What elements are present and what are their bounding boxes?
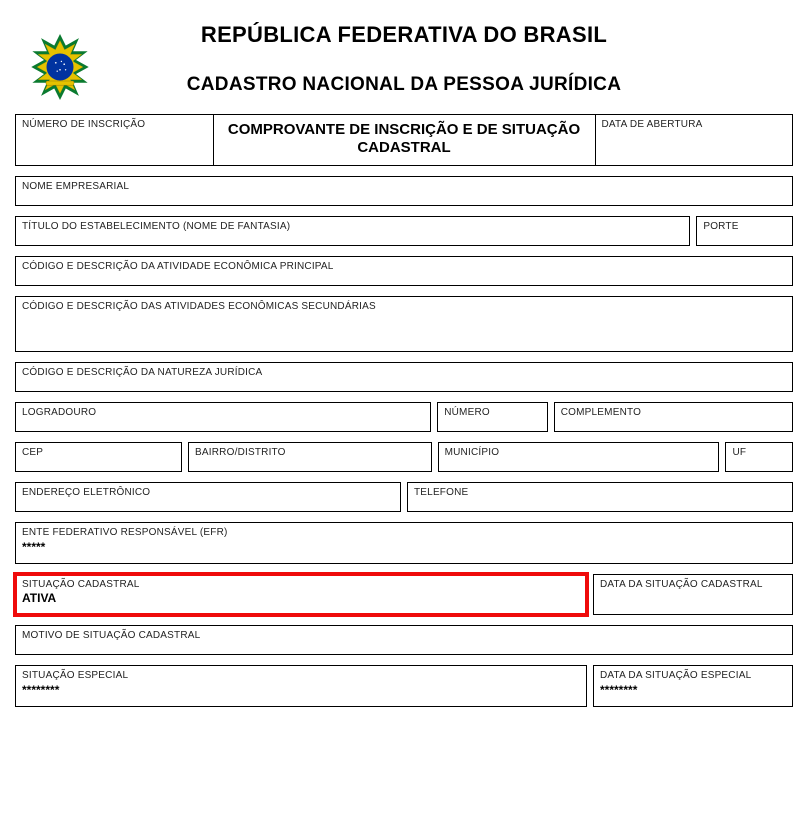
field-complemento: COMPLEMENTO (554, 402, 793, 432)
row-situacao-cadastral: SITUAÇÃO CADASTRAL ATIVA DATA DA SITUAÇÃ… (15, 574, 793, 616)
label-uf: UF (732, 447, 786, 459)
field-nome-fantasia: TÍTULO DO ESTABELECIMENTO (NOME DE FANTA… (15, 216, 690, 246)
label-logradouro: LOGRADOURO (22, 407, 424, 419)
field-efr: ENTE FEDERATIVO RESPONSÁVEL (EFR) ***** (15, 522, 793, 564)
field-nome-empresarial: NOME EMPRESARIAL (15, 176, 793, 206)
row-natureza-juridica: CÓDIGO E DESCRIÇÃO DA NATUREZA JURÍDICA (15, 362, 793, 392)
document-header: REPÚBLICA FEDERATIVA DO BRASIL CADASTRO … (15, 22, 793, 96)
label-municipio: MUNICÍPIO (445, 447, 713, 459)
row-identificacao: NÚMERO DE INSCRIÇÃO COMPROVANTE DE INSCR… (15, 114, 793, 166)
field-situacao-especial: SITUAÇÃO ESPECIAL ******** (15, 665, 587, 707)
label-efr: ENTE FEDERATIVO RESPONSÁVEL (EFR) (22, 527, 786, 539)
label-natureza-juridica: CÓDIGO E DESCRIÇÃO DA NATUREZA JURÍDICA (22, 367, 786, 379)
field-email: ENDEREÇO ELETRÔNICO (15, 482, 401, 512)
label-data-abertura: DATA DE ABERTURA (602, 119, 787, 131)
label-telefone: TELEFONE (414, 487, 786, 499)
label-porte: PORTE (703, 221, 786, 233)
field-logradouro: LOGRADOURO (15, 402, 431, 432)
row-situacao-especial: SITUAÇÃO ESPECIAL ******** DATA DA SITUA… (15, 665, 793, 707)
value-comprovante: COMPROVANTE DE INSCRIÇÃO E DE SITUAÇÃO C… (220, 121, 589, 157)
brazil-coat-of-arms-icon (25, 32, 95, 102)
field-cep: CEP (15, 442, 182, 472)
field-numero-inscricao: NÚMERO DE INSCRIÇÃO (15, 114, 213, 166)
label-data-situacao-especial: DATA DA SITUAÇÃO ESPECIAL (600, 670, 786, 682)
label-nome-fantasia: TÍTULO DO ESTABELECIMENTO (NOME DE FANTA… (22, 221, 683, 233)
field-data-situacao-cadastral: DATA DA SITUAÇÃO CADASTRAL (593, 574, 793, 616)
row-motivo-situacao: MOTIVO DE SITUAÇÃO CADASTRAL (15, 625, 793, 655)
field-porte: PORTE (696, 216, 793, 246)
document-title: REPÚBLICA FEDERATIVA DO BRASIL (15, 22, 793, 48)
field-natureza-juridica: CÓDIGO E DESCRIÇÃO DA NATUREZA JURÍDICA (15, 362, 793, 392)
label-situacao-cadastral: SITUAÇÃO CADASTRAL (22, 579, 580, 591)
field-atividades-secundarias: CÓDIGO E DESCRIÇÃO DAS ATIVIDADES ECONÔM… (15, 296, 793, 352)
value-situacao-cadastral: ATIVA (22, 591, 580, 606)
row-endereco-1: LOGRADOURO NÚMERO COMPLEMENTO (15, 402, 793, 432)
field-telefone: TELEFONE (407, 482, 793, 512)
field-atividade-principal: CÓDIGO E DESCRIÇÃO DA ATIVIDADE ECONÔMIC… (15, 256, 793, 286)
row-nome-empresarial: NOME EMPRESARIAL (15, 176, 793, 206)
row-contato: ENDEREÇO ELETRÔNICO TELEFONE (15, 482, 793, 512)
row-atividade-principal: CÓDIGO E DESCRIÇÃO DA ATIVIDADE ECONÔMIC… (15, 256, 793, 286)
label-email: ENDEREÇO ELETRÔNICO (22, 487, 394, 499)
label-complemento: COMPLEMENTO (561, 407, 786, 419)
field-data-situacao-especial: DATA DA SITUAÇÃO ESPECIAL ******** (593, 665, 793, 707)
row-endereco-2: CEP BAIRRO/DISTRITO MUNICÍPIO UF (15, 442, 793, 472)
label-cep: CEP (22, 447, 175, 459)
field-comprovante-titulo: COMPROVANTE DE INSCRIÇÃO E DE SITUAÇÃO C… (213, 114, 596, 166)
value-situacao-especial: ******** (22, 683, 580, 698)
row-efr: ENTE FEDERATIVO RESPONSÁVEL (EFR) ***** (15, 522, 793, 564)
row-fantasia-porte: TÍTULO DO ESTABELECIMENTO (NOME DE FANTA… (15, 216, 793, 246)
label-nome-empresarial: NOME EMPRESARIAL (22, 181, 786, 193)
field-numero: NÚMERO (437, 402, 548, 432)
value-data-situacao-especial: ******** (600, 683, 786, 698)
document-subtitle: CADASTRO NACIONAL DA PESSOA JURÍDICA (15, 74, 793, 96)
label-atividades-secundarias: CÓDIGO E DESCRIÇÃO DAS ATIVIDADES ECONÔM… (22, 301, 786, 313)
label-bairro: BAIRRO/DISTRITO (195, 447, 425, 459)
label-situacao-especial: SITUAÇÃO ESPECIAL (22, 670, 580, 682)
field-data-abertura: DATA DE ABERTURA (596, 114, 794, 166)
label-atividade-principal: CÓDIGO E DESCRIÇÃO DA ATIVIDADE ECONÔMIC… (22, 261, 786, 273)
field-uf: UF (725, 442, 793, 472)
field-municipio: MUNICÍPIO (438, 442, 720, 472)
field-situacao-cadastral: SITUAÇÃO CADASTRAL ATIVA (15, 574, 587, 616)
row-atividades-secundarias: CÓDIGO E DESCRIÇÃO DAS ATIVIDADES ECONÔM… (15, 296, 793, 352)
value-efr: ***** (22, 540, 786, 555)
field-motivo-situacao: MOTIVO DE SITUAÇÃO CADASTRAL (15, 625, 793, 655)
field-bairro: BAIRRO/DISTRITO (188, 442, 432, 472)
label-data-situacao-cadastral: DATA DA SITUAÇÃO CADASTRAL (600, 579, 786, 591)
label-numero-inscricao: NÚMERO DE INSCRIÇÃO (22, 119, 207, 131)
label-motivo-situacao: MOTIVO DE SITUAÇÃO CADASTRAL (22, 630, 786, 642)
label-numero: NÚMERO (444, 407, 541, 419)
